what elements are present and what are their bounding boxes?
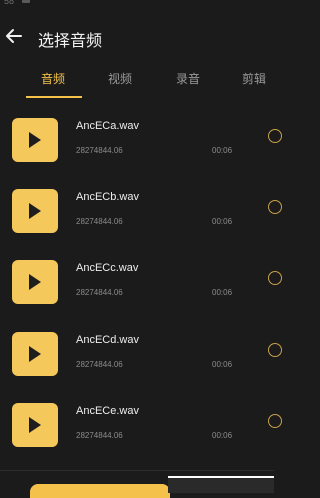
radio-icon[interactable] [268,129,282,143]
file-name: AncECc.wav [76,262,139,274]
tab-indicator [26,96,82,98]
divider [0,470,274,471]
file-duration: 00:06 [212,217,233,226]
play-icon [29,132,41,148]
file-name: AncECd.wav [76,334,139,346]
bottom-panel [168,476,274,493]
play-icon [29,417,41,433]
list-item[interactable]: AncECb.wav 28274844.06 00:06 [0,179,282,241]
file-meta: 28274844.06 [76,146,123,155]
file-meta: 28274844.06 [76,217,123,226]
file-duration: 00:06 [212,146,233,155]
status-time: 58 [4,0,15,6]
file-name: AncECa.wav [76,120,139,132]
radio-icon[interactable] [268,200,282,214]
file-meta: 28274844.06 [76,360,123,369]
file-duration: 00:06 [212,360,233,369]
radio-icon[interactable] [268,343,282,357]
radio-icon[interactable] [268,414,282,428]
tab-audio[interactable]: 音频 [41,70,65,87]
audio-thumbnail [12,403,58,447]
tab-video[interactable]: 视频 [108,70,132,87]
tab-bar: 音频 视频 录音 剪辑 [0,66,274,100]
list-item[interactable]: AncECa.wav 28274844.06 00:06 [0,108,282,170]
notification-icon [22,0,30,3]
list-item[interactable]: AncECe.wav 28274844.06 00:06 [0,393,282,455]
play-icon [29,346,41,362]
audio-thumbnail [12,118,58,162]
arrow-left-icon [6,29,22,43]
app-bar: 选择音频 [0,20,274,54]
back-button[interactable] [2,24,26,48]
list-item[interactable]: AncECd.wav 28274844.06 00:06 [0,322,282,384]
page-title: 选择音频 [38,31,103,50]
file-name: AncECe.wav [76,405,139,417]
file-meta: 28274844.06 [76,431,123,440]
file-meta: 28274844.06 [76,288,123,297]
bottom-bar [0,470,274,498]
tab-clip[interactable]: 剪辑 [242,70,266,87]
radio-icon[interactable] [268,271,282,285]
file-name: AncECb.wav [76,191,139,203]
status-bar: 58 [0,0,274,12]
confirm-button[interactable] [30,484,170,498]
play-icon [29,274,41,290]
list-item[interactable]: AncECc.wav 28274844.06 00:06 [0,250,282,312]
file-duration: 00:06 [212,431,233,440]
file-duration: 00:06 [212,288,233,297]
audio-thumbnail [12,189,58,233]
audio-thumbnail [12,260,58,304]
play-icon [29,203,41,219]
tab-recording[interactable]: 录音 [176,70,200,87]
audio-thumbnail [12,332,58,376]
